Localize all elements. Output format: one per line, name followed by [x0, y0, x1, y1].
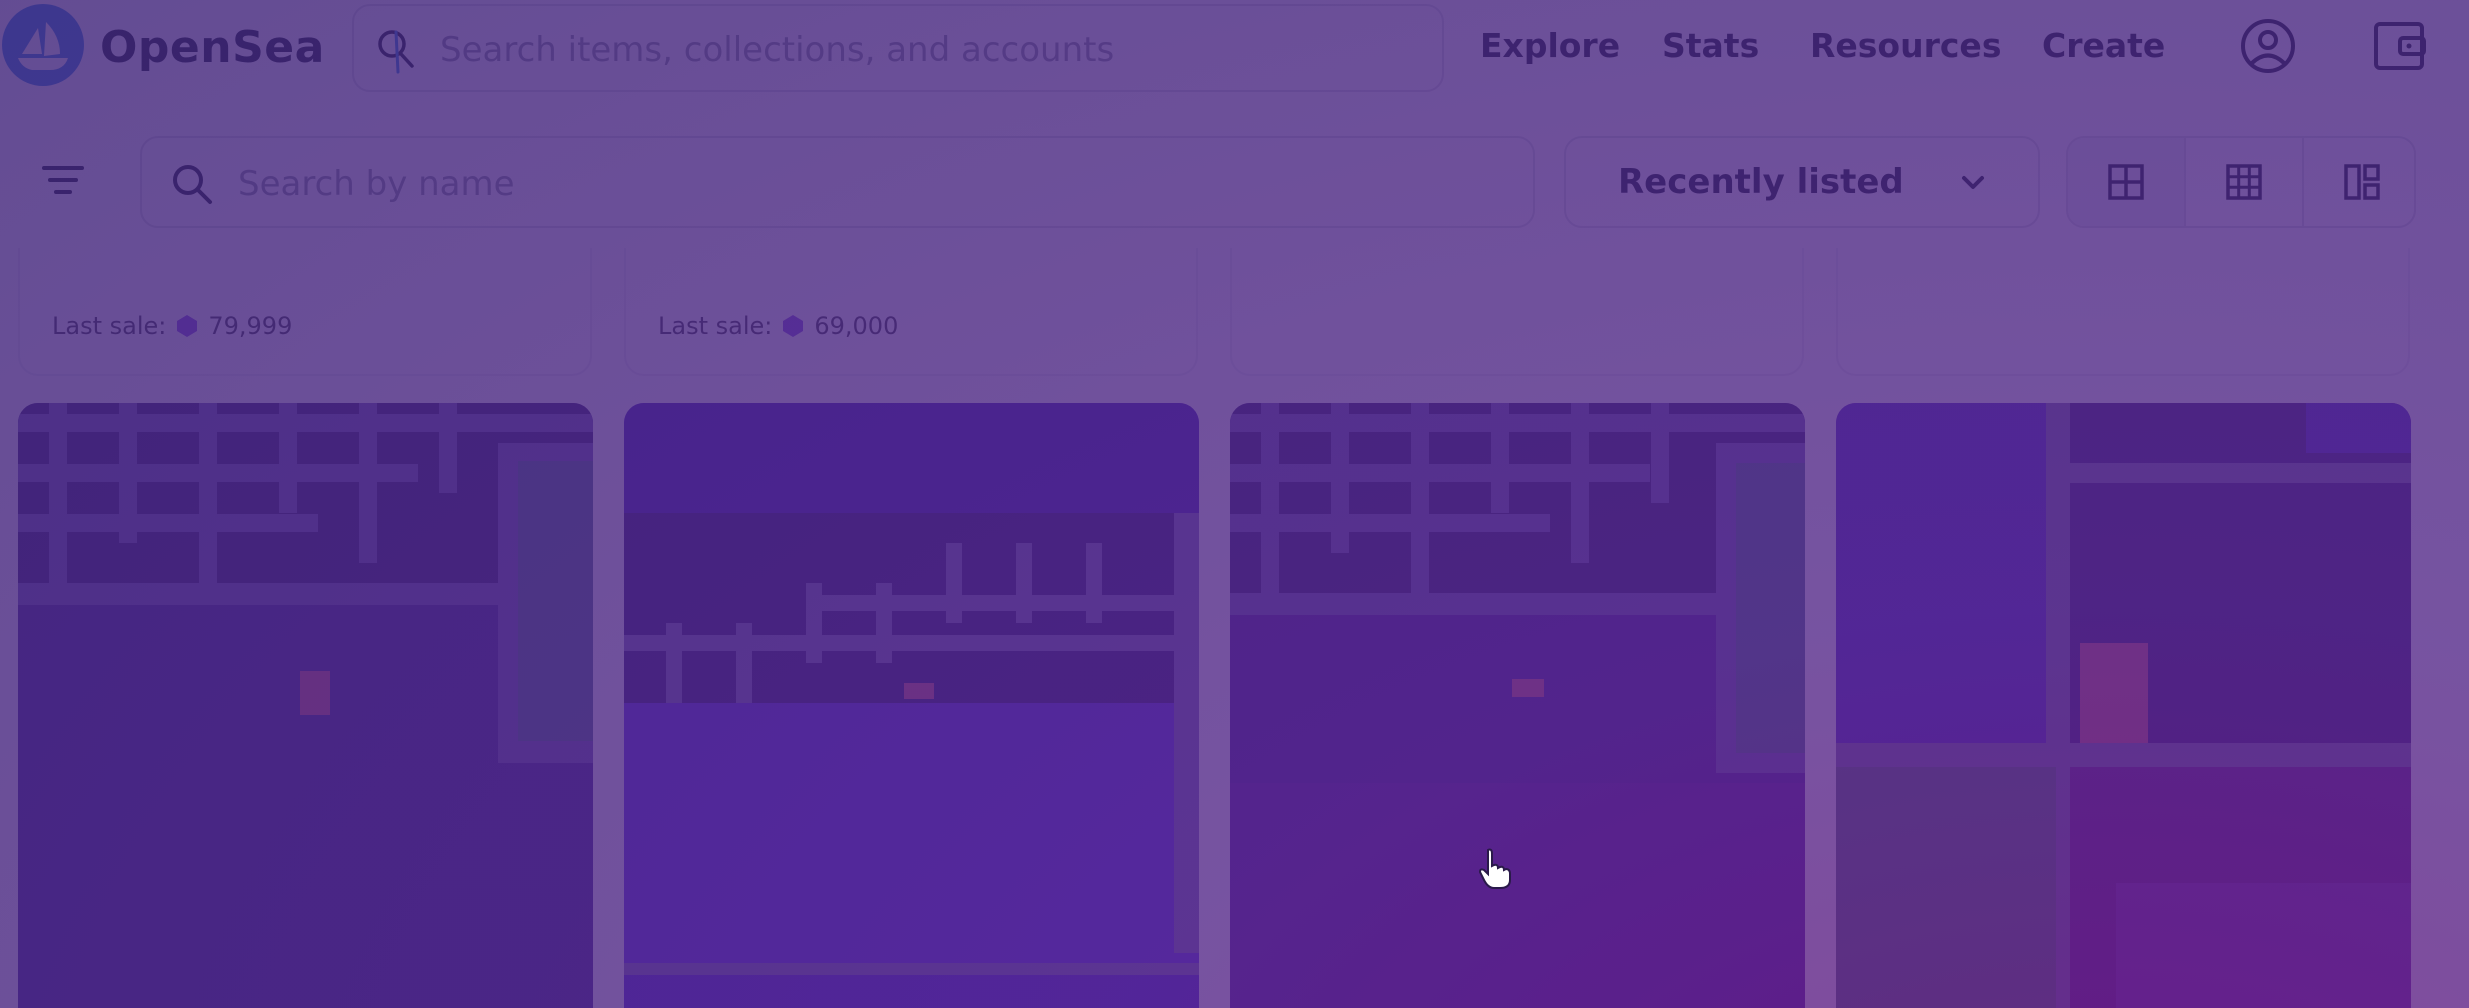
- item-grid-previous-row: Last sale: 79,999 Last sale: 69,000: [0, 248, 2469, 378]
- large-grid-icon: [2108, 164, 2144, 200]
- view-mode-toggle: [2066, 136, 2416, 228]
- item-card-image[interactable]: [624, 403, 1199, 1008]
- nft-artwork: [624, 403, 1199, 1008]
- sort-dropdown[interactable]: Recently listed: [1564, 136, 2040, 228]
- mixed-grid-icon: [2344, 164, 2380, 200]
- wallet-icon[interactable]: [2372, 18, 2428, 74]
- polygon-token-icon: [177, 315, 198, 337]
- top-navbar: OpenSea Explore Stats Resources Create: [0, 0, 2469, 100]
- search-icon: [173, 165, 212, 204]
- small-grid-icon: [2226, 164, 2262, 200]
- hand-cursor-icon: [1478, 848, 1511, 889]
- item-card-footer[interactable]: Last sale: 69,000: [624, 248, 1198, 376]
- brand-name[interactable]: OpenSea: [100, 22, 325, 73]
- item-card-footer[interactable]: [1230, 248, 1804, 376]
- nav-resources[interactable]: Resources: [1810, 26, 2001, 65]
- last-sale-label: Last sale:: [52, 312, 167, 340]
- nav-stats[interactable]: Stats: [1662, 26, 1759, 65]
- last-sale-value: 69,000: [814, 312, 899, 340]
- nav-explore[interactable]: Explore: [1480, 26, 1620, 65]
- nft-artwork: [1836, 403, 2411, 1008]
- view-large-grid-button[interactable]: [2068, 138, 2184, 226]
- nft-artwork: [1230, 403, 1805, 1008]
- global-search-input[interactable]: [438, 26, 1402, 74]
- item-card-image[interactable]: [1230, 403, 1805, 1008]
- nft-artwork: [18, 403, 593, 1008]
- item-card-footer[interactable]: Last sale: 79,999: [18, 248, 592, 376]
- account-circle-icon[interactable]: [2240, 18, 2296, 74]
- nav-create[interactable]: Create: [2042, 26, 2165, 65]
- opensea-ship-icon: [18, 22, 68, 70]
- polygon-token-icon: [783, 315, 804, 337]
- global-search[interactable]: [352, 4, 1444, 92]
- view-mixed-grid-button[interactable]: [2304, 138, 2414, 226]
- item-card-image[interactable]: [18, 403, 593, 1008]
- opensea-logo[interactable]: [2, 4, 84, 86]
- view-small-grid-button[interactable]: [2186, 138, 2302, 226]
- last-sale-value: 79,999: [208, 312, 293, 340]
- item-card-image[interactable]: [1836, 403, 2411, 1008]
- chevron-down-icon: [1962, 176, 1984, 189]
- filter-icon[interactable]: [40, 160, 86, 200]
- item-card-footer[interactable]: [1836, 248, 2410, 376]
- last-sale: Last sale: 69,000: [658, 312, 898, 340]
- last-sale-label: Last sale:: [658, 312, 773, 340]
- search-icon: [378, 30, 414, 74]
- sort-selected-label: Recently listed: [1618, 162, 1904, 202]
- name-search-input[interactable]: [236, 160, 1490, 208]
- last-sale: Last sale: 79,999: [52, 312, 292, 340]
- name-search[interactable]: [140, 136, 1535, 228]
